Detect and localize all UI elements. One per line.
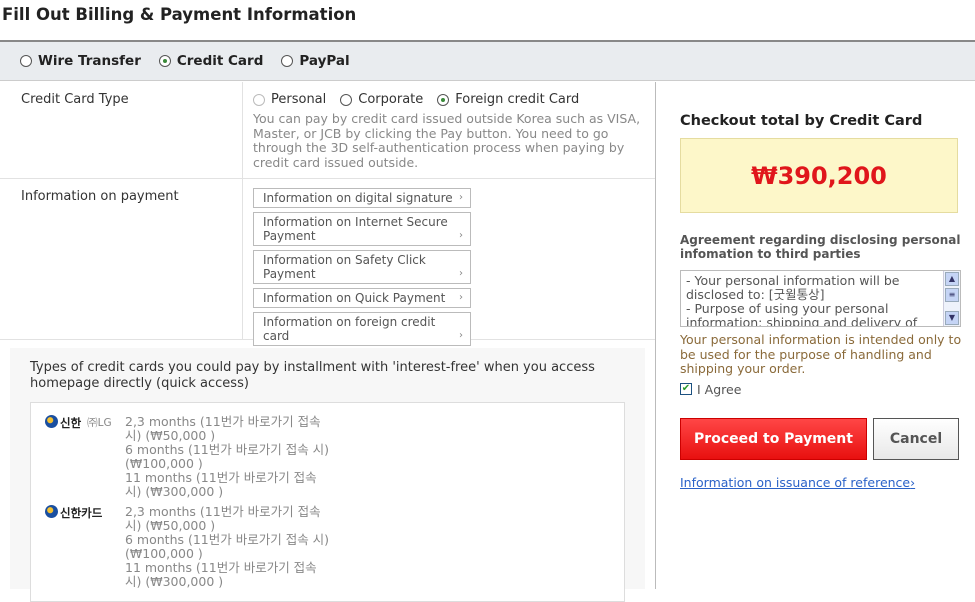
method-label: Credit Card (176, 53, 264, 69)
button-label: Information on Safety Click Payment (263, 253, 426, 281)
agreement-title: Agreement regarding disclosing personal … (680, 233, 961, 261)
payment-method-bar: Wire Transfer Credit Card PayPal (0, 40, 975, 81)
plan: 11 months (11번가 바로가기 접속 시) (₩300,000 ) (125, 560, 317, 589)
plan: 11 months (11번가 바로가기 접속 시) (₩300,000 ) (125, 470, 317, 499)
radio-icon (20, 55, 32, 67)
button-label: Information on Internet Secure Payment (263, 215, 448, 243)
card-type-foreign[interactable]: Foreign credit Card (437, 92, 579, 107)
scroll-thumb[interactable]: ≡ (945, 288, 959, 302)
method-label: Wire Transfer (38, 53, 141, 69)
plan: 2,3 months (11번가 바로가기 접속 시) (₩50,000 ) (125, 504, 321, 533)
proceed-to-payment-button[interactable]: Proceed to Payment (680, 417, 867, 460)
card-type-corporate[interactable]: Corporate (340, 92, 423, 107)
agreement-text: - Your personal information will be disc… (686, 273, 918, 327)
card-type-label: Credit Card Type (0, 82, 243, 178)
plan: 6 months (11번가 바로가기 접속 시) (₩100,000 ) (125, 442, 330, 471)
digital-signature-info-button[interactable]: Information on digital signature › (253, 188, 471, 208)
shinhan-icon (45, 505, 58, 518)
payment-info-label: Information on payment (0, 179, 243, 339)
radio-icon (253, 93, 265, 106)
option-label: Personal (271, 92, 327, 107)
chevron-right-icon: › (459, 268, 463, 279)
scroll-up-icon[interactable]: ▲ (945, 272, 959, 286)
radio-icon (281, 55, 294, 67)
card-type-personal[interactable]: Personal (253, 92, 326, 107)
chevron-right-icon: › (459, 330, 463, 341)
chevron-right-icon: › (459, 192, 463, 203)
radio-selected-icon (437, 93, 450, 106)
agree-checkbox[interactable]: ✔ I Agree (680, 382, 975, 397)
safety-click-info-button[interactable]: Information on Safety Click Payment › (253, 250, 471, 284)
cancel-button[interactable]: Cancel (873, 417, 959, 460)
option-label: Foreign credit Card (455, 92, 580, 107)
quick-payment-info-button[interactable]: Information on Quick Payment › (253, 288, 471, 308)
plan: 2,3 months (11번가 바로가기 접속 시) (₩50,000 ) (125, 414, 321, 443)
agreement-notice: Your personal information is intended on… (680, 332, 962, 376)
chevron-right-icon: › (910, 474, 916, 490)
card-item: 신한 ㈜LG 2,3 months (11번가 바로가기 접속 시) (₩50,0… (45, 415, 610, 499)
method-credit-card[interactable]: Credit Card (158, 53, 264, 69)
chevron-right-icon: › (459, 292, 463, 303)
link-label: Information on issuance of reference (680, 474, 911, 490)
shinhan-lg-logo: 신한 ㈜LG (45, 415, 125, 499)
agree-label: I Agree (697, 381, 742, 397)
method-wire-transfer[interactable]: Wire Transfer (20, 53, 141, 69)
scroll-down-icon[interactable]: ▼ (945, 311, 959, 325)
agreement-textarea[interactable]: - Your personal information will be disc… (680, 270, 961, 327)
shinhan-card-logo: 신한카드 (45, 505, 125, 589)
button-label: Information on digital signature (263, 191, 453, 205)
checkmark-icon: ✔ (680, 383, 692, 395)
plan: 6 months (11번가 바로가기 접속 시) (₩100,000 ) (125, 532, 330, 561)
radio-selected-icon (158, 55, 171, 67)
card-item: 신한카드 2,3 months (11번가 바로가기 접속 시) (₩50,00… (45, 505, 610, 589)
method-paypal[interactable]: PayPal (281, 53, 350, 69)
button-label: Information on foreign credit card (263, 315, 436, 343)
checkout-panel: Checkout total by Credit Card ₩390,200 A… (656, 82, 975, 589)
card-type-note: You can pay by credit card issued outsid… (253, 111, 641, 170)
payment-info-row: Information on payment Information on di… (0, 179, 655, 346)
method-label: PayPal (299, 53, 350, 69)
installment-card-list: 신한 ㈜LG 2,3 months (11번가 바로가기 접속 시) (₩50,0… (30, 402, 625, 602)
card-type-row: Credit Card Type Personal Corporate Fore… (0, 82, 655, 179)
foreign-card-info-button[interactable]: Information on foreign credit card › (253, 312, 471, 346)
chevron-right-icon: › (459, 230, 463, 241)
checkout-total: ₩390,200 (680, 138, 958, 213)
page-title: Fill Out Billing & Payment Information (2, 5, 357, 24)
shinhan-icon (45, 415, 58, 428)
checkout-title: Checkout total by Credit Card (680, 113, 923, 129)
option-label: Corporate (358, 92, 424, 107)
scrollbar[interactable]: ▲ ≡ ▼ (943, 271, 960, 326)
internet-secure-payment-info-button[interactable]: Information on Internet Secure Payment › (253, 212, 471, 246)
reference-info-link[interactable]: Information on issuance of reference› (680, 475, 915, 490)
installment-section: Types of credit cards you could pay by i… (10, 348, 645, 602)
installment-heading: Types of credit cards you could pay by i… (30, 360, 595, 391)
button-label: Information on Quick Payment (263, 291, 446, 305)
radio-icon (340, 93, 353, 106)
